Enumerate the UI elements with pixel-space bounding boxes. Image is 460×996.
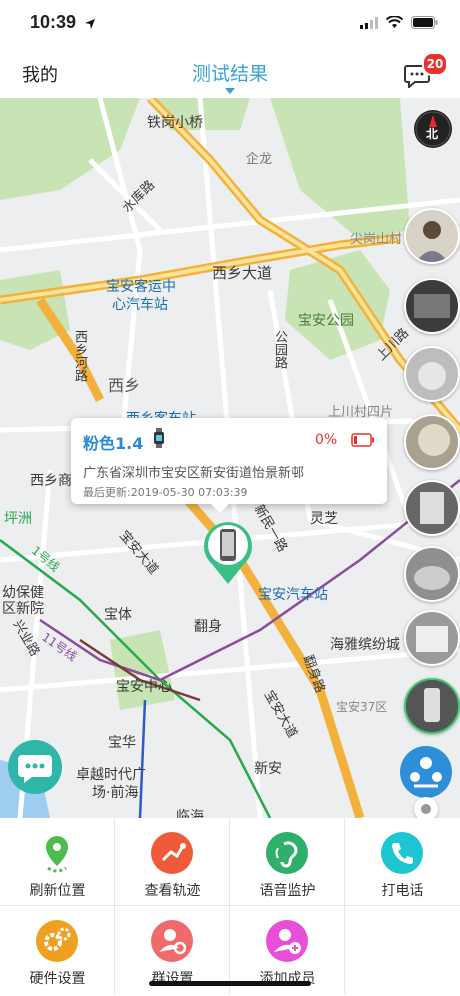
group-settings-icon: [151, 920, 193, 962]
hardware-settings-button[interactable]: 硬件设置: [0, 906, 115, 994]
action-label: 打电话: [381, 883, 424, 899]
group-members-button[interactable]: [400, 746, 452, 798]
notification-badge: 20: [422, 52, 448, 76]
voice-monitor-icon: [266, 832, 308, 874]
message-button[interactable]: 20: [404, 52, 448, 90]
home-indicator[interactable]: [149, 981, 311, 986]
map-label: 宝华: [108, 735, 136, 751]
add-member-icon: [266, 920, 308, 962]
avatar[interactable]: [404, 678, 460, 734]
action-grid: 刷新位置 查看轨迹 语音监护 打电话 硬件设置 群设置 添加成员: [0, 818, 460, 996]
map-label: 宝安中心: [116, 679, 172, 695]
battery-icon: [411, 14, 438, 33]
action-label: 查看轨迹: [144, 883, 201, 899]
device-info-popup[interactable]: 粉色1.4 0% 广东省深圳市宝安区新安街道怡景新邨 最后更新:2019-05-…: [71, 418, 387, 513]
map-label: 翻身: [194, 619, 222, 635]
map-label: 宝安汽车站: [258, 587, 328, 603]
chat-icon: [404, 65, 430, 92]
chevron-down-icon: [225, 88, 235, 94]
gear-icon: [36, 920, 78, 962]
voice-monitor-button[interactable]: 语音监护: [230, 818, 345, 906]
last-update-time: 最后更新:2019-05-30 07:03:39: [83, 486, 248, 499]
track-icon: [151, 832, 193, 874]
avatar[interactable]: [404, 480, 460, 536]
avatar[interactable]: [404, 414, 460, 470]
device-address: 广东省深圳市宝安区新安街道怡景新邨: [83, 466, 305, 481]
map-label: 西乡大道: [212, 264, 273, 282]
map-label: 公园路: [272, 330, 287, 369]
map-label: 企龙: [246, 152, 273, 167]
map-label: 海雅缤纷城: [330, 637, 400, 653]
battery-percent: 0%: [315, 432, 338, 448]
map-label: 西乡河路: [72, 330, 87, 382]
avatar[interactable]: [404, 278, 460, 334]
map-label: 西乡商: [30, 473, 72, 489]
map-label: 卓越时代广: [76, 767, 146, 783]
map-label: 尖岗山村: [350, 232, 403, 247]
phone-icon: [381, 832, 423, 874]
action-label: 刷新位置: [29, 883, 86, 899]
map-label: 心汽车站: [112, 297, 168, 313]
locate-icon: [421, 804, 431, 814]
map-view[interactable]: 铁岗小桥 企龙 水库路 尖岗山村 宝安客运中 心汽车站 西乡大道 公园路 宝安公…: [0, 98, 460, 818]
location-arrow-icon: [84, 15, 96, 34]
device-name: 粉色1.4: [83, 434, 144, 453]
status-time: 10:39: [30, 12, 77, 32]
avatar[interactable]: [404, 346, 460, 402]
map-label: 场·前海: [92, 785, 139, 801]
map-label: 宝体: [104, 607, 132, 623]
chat-bubble-icon: [18, 755, 52, 783]
map-label: 区新院: [2, 601, 44, 617]
device-map-marker[interactable]: [202, 520, 254, 586]
map-label: 灵芝: [310, 511, 338, 527]
view-track-button[interactable]: 查看轨迹: [115, 818, 230, 906]
map-label: 宝安37区: [336, 700, 388, 714]
status-bar: 10:39: [0, 0, 460, 48]
map-label: 铁岗小桥: [147, 115, 203, 131]
map-label: 宝安公园: [298, 313, 354, 329]
refresh-location-button[interactable]: 刷新位置: [0, 818, 115, 906]
refresh-location-icon: [36, 832, 78, 874]
map-label: 宝安客运中: [106, 279, 176, 295]
avatar[interactable]: [404, 610, 460, 666]
locate-button[interactable]: [414, 797, 438, 818]
map-label: 新安: [254, 761, 282, 777]
member-avatar-list: [400, 208, 460, 748]
action-label: 硬件设置: [29, 971, 86, 987]
phone-call-button[interactable]: 打电话: [345, 818, 460, 906]
compass[interactable]: 北: [414, 110, 452, 148]
map-label: 坪洲: [4, 511, 32, 527]
watch-icon: [153, 428, 165, 452]
avatar[interactable]: [404, 546, 460, 602]
action-label: 语音监护: [259, 883, 316, 899]
map-label: 西乡: [108, 376, 141, 395]
page-title[interactable]: 测试结果: [0, 59, 460, 86]
group-icon: [410, 757, 442, 788]
chat-float-button[interactable]: [8, 740, 62, 794]
wifi-icon: [385, 14, 404, 33]
map-label: 临海: [176, 809, 204, 818]
avatar[interactable]: [404, 208, 460, 264]
low-battery-icon: [351, 432, 375, 451]
navbar: 我的 测试结果 20: [0, 48, 460, 99]
signal-icon: [360, 14, 378, 33]
compass-label: 北: [426, 127, 439, 141]
